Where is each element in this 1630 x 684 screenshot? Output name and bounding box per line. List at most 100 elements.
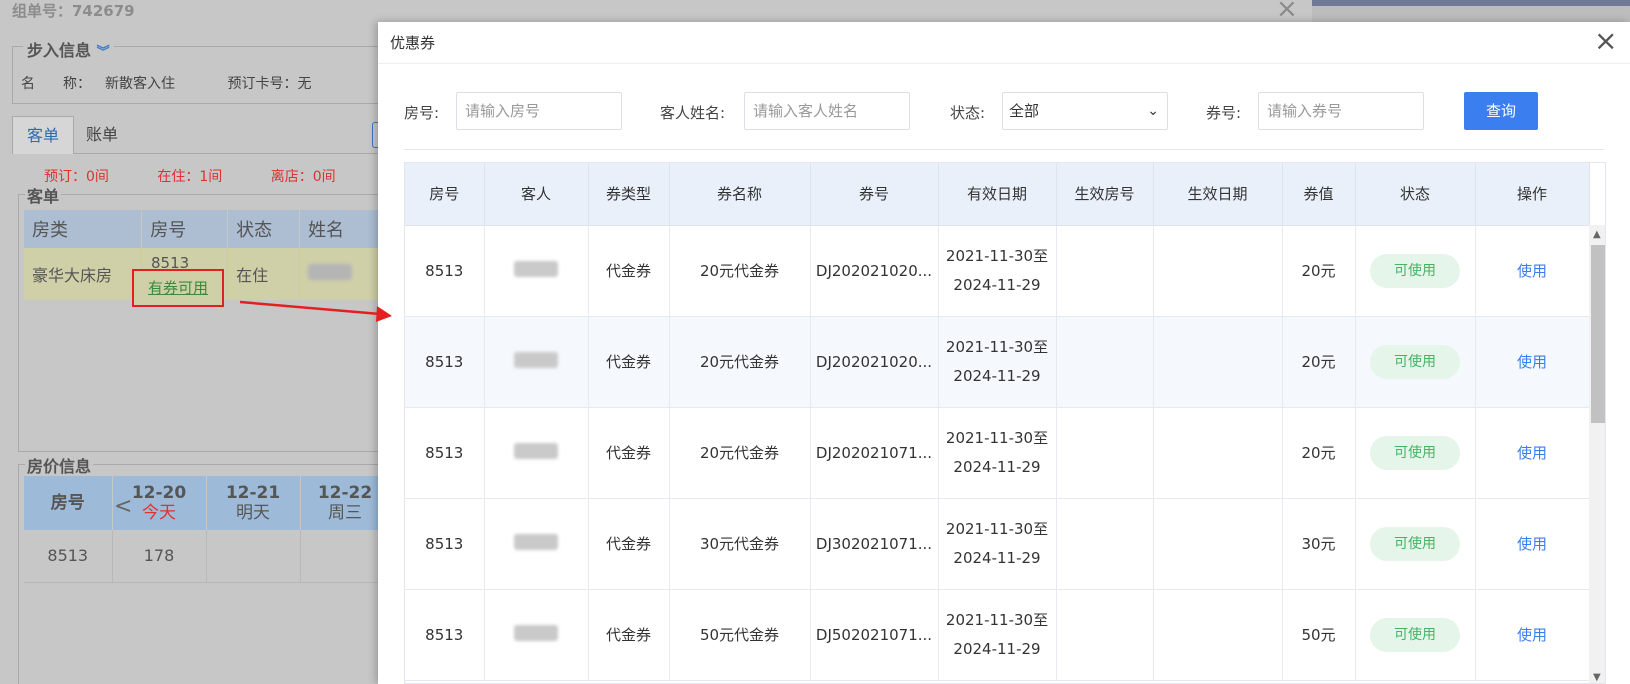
row-coupon-code: DJ202021020... [810, 225, 939, 317]
card-value: 无 [297, 76, 312, 92]
table-body: 8513 代金券 20元代金券 DJ202021020... 2021-11-30至 20… [405, 225, 1590, 681]
col-room-no: 房号 [141, 210, 229, 248]
row-coupon-name: 20元代金券 [669, 407, 811, 499]
row-status: 可使用 [1355, 316, 1476, 408]
column-header: 券值 [1282, 163, 1356, 226]
room-filter-input[interactable] [456, 92, 622, 130]
row-coupon-code: DJ502021071... [810, 589, 939, 681]
row-value: 20元 [1282, 407, 1356, 499]
valid-to: 2024-11-29 [953, 548, 1041, 567]
column-header: 有效日期 [938, 163, 1057, 226]
column-header: 状态 [1355, 163, 1476, 226]
row-coupon-name: 20元代金券 [669, 225, 811, 317]
column-header: 生效房号 [1056, 163, 1154, 226]
row-coupon-name: 50元代金券 [669, 589, 811, 681]
use-coupon-link[interactable]: 使用 [1517, 262, 1547, 280]
row-value: 20元 [1282, 225, 1356, 317]
valid-to: 2024-11-29 [953, 275, 1041, 294]
table-row: 8513 代金券 50元代金券 DJ502021071... 2021-11-30至 20… [405, 589, 1590, 681]
valid-from: 2021-11-30至 [945, 519, 1049, 538]
row-coupon-code: DJ302021071... [810, 498, 939, 590]
filter-divider [404, 149, 1604, 150]
checkin-info-panel: 步入信息 ︾ 名 称： 新散客入住 预订卡号：无 [12, 37, 392, 104]
column-header: 券类型 [588, 163, 670, 226]
status-filter-label: 状态: [950, 104, 986, 122]
row-guest [484, 316, 589, 408]
row-valid-date: 2021-11-30至 2024-11-29 [938, 316, 1057, 408]
guest-name-blurred [514, 260, 558, 277]
scroll-thumb[interactable] [1591, 245, 1605, 423]
row-action: 使用 [1475, 225, 1590, 317]
col-status: 状态 [227, 210, 301, 248]
status-badge: 可使用 [1370, 526, 1460, 561]
background-close-icon[interactable]: × [1276, 0, 1298, 24]
row-room: 8513 [405, 407, 485, 499]
row-effective-date [1153, 225, 1283, 317]
guest-name-input[interactable] [744, 92, 910, 130]
count-departed: 离店：0间 [270, 169, 336, 185]
row-coupon-name: 20元代金券 [669, 316, 811, 408]
row-guest [484, 589, 589, 681]
row-value: 30元 [1282, 498, 1356, 590]
guest-name-blurred [514, 533, 558, 550]
row-type: 代金券 [588, 498, 670, 590]
row-action: 使用 [1475, 316, 1590, 408]
valid-to: 2024-11-29 [953, 639, 1041, 658]
guest-name-blurred [514, 351, 558, 368]
top-right-strip [1312, 0, 1630, 6]
row-status: 可使用 [1355, 498, 1476, 590]
row-effective-room [1056, 498, 1154, 590]
coupon-dialog: 优惠券 × 房号: 客人姓名: 状态: 全部 ⌄ 券号: 查询 房号客人券类型券名… [378, 22, 1630, 684]
background-tabs: 客单 账单 [12, 116, 392, 154]
dialog-title: 优惠券 [390, 34, 436, 52]
row-guest [484, 225, 589, 317]
row-effective-date [1153, 589, 1283, 681]
column-header: 操作 [1475, 163, 1590, 226]
row-action: 使用 [1475, 407, 1590, 499]
row-effective-room [1056, 225, 1154, 317]
chevron-down-icon[interactable]: ︾ [97, 45, 110, 60]
card-label: 预订卡号： [227, 76, 298, 92]
valid-from: 2021-11-30至 [945, 246, 1049, 265]
row-type: 代金券 [588, 589, 670, 681]
row-type: 代金券 [588, 225, 670, 317]
tab-guest[interactable]: 客单 [12, 116, 75, 154]
checkin-info-legend: 步入信息 [27, 41, 92, 60]
scroll-down-icon[interactable]: ▼ [1593, 672, 1601, 683]
name-value: 新散客入住 [105, 76, 175, 92]
row-status: 可使用 [1355, 407, 1476, 499]
row-effective-date [1153, 498, 1283, 590]
price-room: 8513 [24, 530, 113, 583]
coupon-available-link[interactable]: 有券可用 [132, 269, 224, 307]
status-select[interactable]: 全部 ⌄ [1002, 92, 1168, 130]
column-header: 客人 [484, 163, 589, 226]
table-row: 8513 代金券 20元代金券 DJ202021020... 2021-11-30至 20… [405, 316, 1590, 408]
price-value: 178 [112, 530, 207, 583]
query-button[interactable]: 查询 [1464, 92, 1538, 130]
coupon-no-input[interactable] [1258, 92, 1424, 130]
valid-to: 2024-11-29 [953, 366, 1041, 385]
use-coupon-link[interactable]: 使用 [1517, 353, 1547, 371]
table-scrollbar[interactable]: ▲ ▼ [1589, 225, 1605, 683]
row-valid-date: 2021-11-30至 2024-11-29 [938, 498, 1057, 590]
tab-bill[interactable]: 账单 [72, 116, 132, 154]
use-coupon-link[interactable]: 使用 [1517, 626, 1547, 644]
row-effective-room [1056, 589, 1154, 681]
guest-room-type: 豪华大床房 [24, 248, 143, 300]
day-label: 明天 [236, 503, 270, 523]
prev-day-button[interactable]: < [114, 494, 132, 519]
row-room: 8513 [405, 316, 485, 408]
day-label: 周三 [328, 503, 362, 523]
close-icon[interactable]: × [1594, 24, 1617, 57]
row-valid-date: 2021-11-30至 2024-11-29 [938, 589, 1057, 681]
scroll-up-icon[interactable]: ▲ [1593, 229, 1601, 240]
row-valid-date: 2021-11-30至 2024-11-29 [938, 225, 1057, 317]
use-coupon-link[interactable]: 使用 [1517, 444, 1547, 462]
column-header: 生效日期 [1153, 163, 1283, 226]
row-effective-date [1153, 407, 1283, 499]
use-coupon-link[interactable]: 使用 [1517, 535, 1547, 553]
status-badge: 可使用 [1370, 344, 1460, 379]
row-value: 50元 [1282, 589, 1356, 681]
table-header: 房号 客人 券类型 券名称 券号 有效日期 生效房号 生效日期 券值 状态 操作 [405, 163, 1590, 226]
row-effective-room [1056, 407, 1154, 499]
